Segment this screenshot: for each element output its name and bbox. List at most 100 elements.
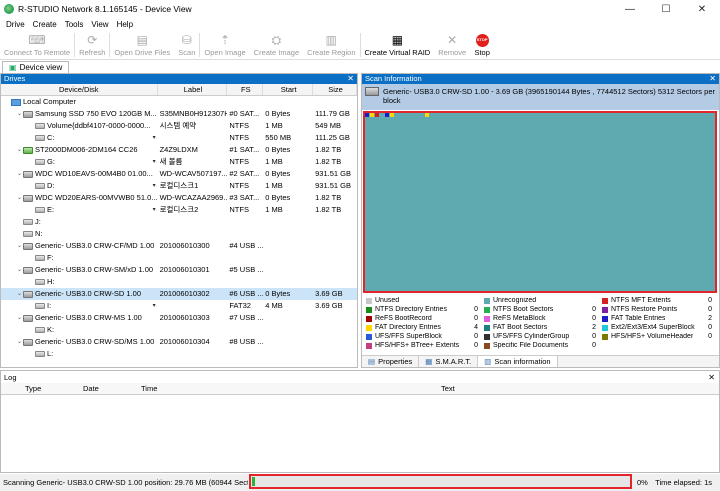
scan-button[interactable]: ⛁ Scan [174, 30, 199, 60]
drive-tree-row[interactable]: ⌄ Generic- USB3.0 CRW-CF/MD 1.00 201006010… [1, 240, 357, 252]
block-cell [375, 187, 379, 192]
log-col-text[interactable]: Text [377, 383, 497, 394]
block-cell [365, 152, 369, 157]
row-dropdown-icon[interactable]: ▾ [153, 300, 158, 312]
block-cell [550, 241, 554, 246]
row-dropdown-icon[interactable]: ▾ [153, 132, 158, 144]
block-cell [600, 172, 604, 177]
block-cell [410, 117, 414, 122]
scan-block-map[interactable] [363, 111, 717, 293]
menu-help[interactable]: Help [113, 20, 137, 29]
col-device-disk[interactable]: Device/Disk [1, 84, 158, 95]
create-region-button[interactable]: ▥ Create Region [303, 30, 359, 60]
drive-tree-row[interactable]: G: ▾ 새 볼륨 NTFS 1 MB 1.82 TB [1, 156, 357, 168]
expand-toggle-icon[interactable]: ⌄ [16, 144, 23, 156]
block-cell [505, 226, 509, 231]
drive-tree-row[interactable]: ⌄ WDC WD10EAVS-00M4B0 01.00... WD-WCAV5071… [1, 168, 357, 180]
drive-tree-row[interactable]: ⌄ ST2000DM006-2DM164 CC26 Z4Z9LDXM #1 SAT..… [1, 144, 357, 156]
col-size[interactable]: Size [313, 84, 357, 95]
drive-tree-row[interactable]: D: ▾ 로컬디스크1 NTFS 1 MB 931.51 GB [1, 180, 357, 192]
block-cell [600, 192, 604, 197]
drive-tree-row[interactable]: C: ▾ NTFS 550 MB 111.25 GB [1, 132, 357, 144]
drive-tree-row[interactable]: Local Computer [1, 96, 357, 108]
connect-to-remote-button[interactable]: ⌨ Connect To Remote [0, 30, 74, 60]
drive-tree-row[interactable]: F: [1, 252, 357, 264]
log-col-date[interactable]: Date [57, 383, 117, 394]
refresh-button[interactable]: ⟳ Refresh [75, 30, 109, 60]
drive-tree-row[interactable]: ⌄ Generic- USB3.0 CRW-SD/MS 1.00 201006010… [1, 336, 357, 348]
stop-button[interactable]: STOP Stop [470, 30, 494, 60]
tab-s-m-a-r-t[interactable]: ▦ S.M.A.R.T. [419, 356, 479, 367]
block-cell [665, 261, 669, 266]
drive-tree-row[interactable]: J: [1, 216, 357, 228]
open-image-button[interactable]: ⇡ Open Image [200, 30, 249, 60]
drive-tree-row[interactable]: Volume{ddbf4107-0000-0000... 시스템 예약 NTFS 1 … [1, 120, 357, 132]
drive-tree-row[interactable]: ⌄ Generic- USB3.0 CRW-SD 1.00 201006010302… [1, 288, 357, 300]
tab-scan-information[interactable]: ▥ Scan information [478, 356, 558, 367]
block-cell [490, 182, 494, 187]
drive-tree-row[interactable]: K: [1, 324, 357, 336]
expand-toggle-icon[interactable]: ⌄ [16, 168, 23, 180]
expand-toggle-icon[interactable]: ⌄ [16, 312, 23, 324]
block-cell [685, 286, 689, 291]
block-cell [530, 241, 534, 246]
block-cell [550, 212, 554, 216]
drive-tree-row[interactable]: I: ▾ FAT32 4 MB 3.69 GB [1, 300, 357, 312]
drives-panel-close-icon[interactable]: ✕ [347, 74, 354, 84]
block-cell [555, 241, 559, 246]
expand-toggle-icon[interactable]: ⌄ [16, 264, 23, 276]
drive-tree-row[interactable]: L: [1, 348, 357, 360]
menu-drive[interactable]: Drive [2, 20, 29, 29]
tab-device-view[interactable]: ▣ Device view [2, 61, 70, 73]
menu-view[interactable]: View [87, 20, 112, 29]
log-col-type[interactable]: Type [1, 383, 57, 394]
close-button[interactable]: ✕ [684, 0, 720, 18]
remove-button[interactable]: ✕ Remove [434, 30, 470, 60]
block-cell [475, 172, 479, 177]
block-cell [470, 117, 474, 122]
drive-tree-row[interactable]: ⌄ Generic- USB3.0 CRW-SM/xD 1.00 201006010… [1, 264, 357, 276]
block-cell [415, 256, 419, 261]
expand-toggle-icon[interactable]: ⌄ [16, 192, 23, 204]
drive-tree-row[interactable]: ⌄ WDC WD20EARS-00MVWB0 51.0... WD-WCAZAA29… [1, 192, 357, 204]
open-drive-files-button[interactable]: ▤ Open Drive Files [110, 30, 174, 60]
block-cell [405, 157, 409, 162]
block-cell [590, 172, 594, 177]
block-cell [575, 221, 579, 226]
maximize-button[interactable]: ☐ [648, 0, 684, 18]
expand-toggle-icon[interactable]: ⌄ [16, 288, 23, 300]
expand-toggle-icon[interactable]: ⌄ [16, 108, 23, 120]
log-col-time[interactable]: Time [117, 383, 377, 394]
block-cell [430, 152, 434, 157]
block-cell [620, 256, 624, 261]
block-cell [670, 212, 674, 216]
menu-tools[interactable]: Tools [61, 20, 88, 29]
create-image-button[interactable]: ⛭ Create Image [250, 30, 303, 60]
block-cell [610, 127, 614, 132]
block-cell [480, 231, 484, 236]
col-start[interactable]: Start [263, 84, 314, 95]
drive-tree-row[interactable]: H: [1, 276, 357, 288]
block-cell [505, 256, 509, 261]
scan-panel-close-icon[interactable]: ✕ [709, 74, 716, 84]
expand-toggle-icon[interactable]: ⌄ [16, 336, 23, 348]
minimize-button[interactable]: — [612, 0, 648, 18]
create-virtual-raid-button[interactable]: ▦ Create Virtual RAID [361, 30, 435, 60]
row-fs: #4 USB ... [229, 241, 264, 250]
col-fs[interactable]: FS [227, 84, 264, 95]
block-cell [495, 246, 499, 251]
col-label[interactable]: Label [158, 84, 228, 95]
drive-tree-row[interactable]: N: [1, 228, 357, 240]
drive-tree-row[interactable]: ⌄ Generic- USB3.0 CRW-MS 1.00 201006010303… [1, 312, 357, 324]
block-cell [490, 162, 494, 167]
tab-properties[interactable]: ▤ Properties [362, 356, 420, 367]
block-cell [625, 132, 629, 137]
log-close-icon[interactable]: ✕ [708, 373, 715, 382]
drive-tree-row[interactable]: E: ▾ 로컬디스크2 NTFS 1 MB 1.82 TB [1, 204, 357, 216]
block-cell [665, 162, 669, 167]
menu-create[interactable]: Create [29, 20, 61, 29]
block-cell [530, 162, 534, 167]
expand-toggle-icon[interactable]: ⌄ [16, 240, 23, 252]
block-cell [590, 147, 594, 152]
drive-tree-row[interactable]: ⌄ Samsung SSD 750 EVO 120GB M... S35MNB0H9… [1, 108, 357, 120]
